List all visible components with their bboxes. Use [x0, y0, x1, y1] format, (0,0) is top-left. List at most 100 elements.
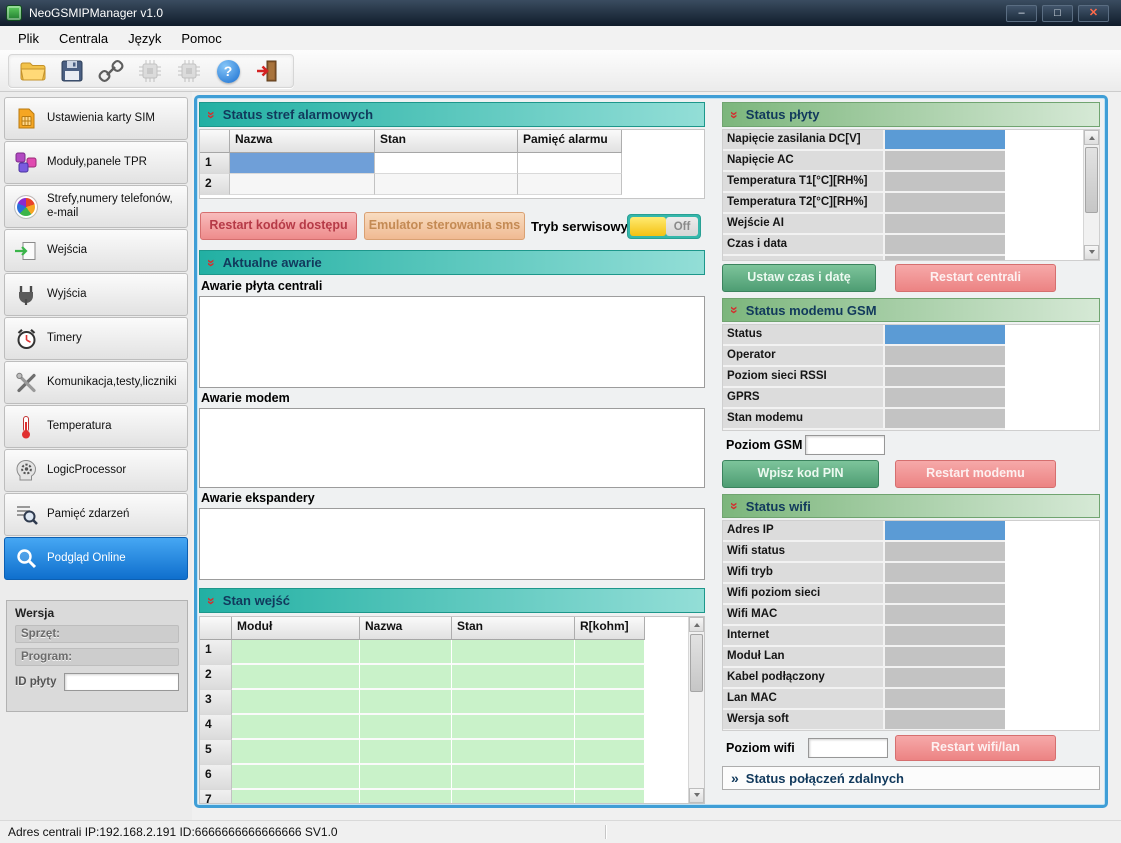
section-header-input-states[interactable]: » Stan wejść — [199, 588, 705, 613]
scroll-down-button[interactable] — [689, 788, 704, 803]
board-row-value — [885, 172, 1005, 193]
input-row-number: 1 — [200, 640, 232, 665]
input-row-2[interactable]: 2 — [200, 665, 704, 690]
save-button[interactable] — [57, 56, 87, 86]
input-row-7[interactable]: 7 — [200, 790, 704, 804]
wifi-row-value — [885, 710, 1005, 731]
section-header-alarm-zones[interactable]: » Status stref alarmowych — [199, 102, 705, 127]
sidebar-item-timers[interactable]: Timery — [4, 317, 188, 360]
input-module-cell — [232, 765, 360, 790]
scroll-down-button[interactable] — [1084, 245, 1099, 260]
menu-item-plik[interactable]: Plik — [8, 28, 49, 49]
input-resistance-cell — [575, 715, 645, 740]
section-header-label: Stan wejść — [223, 593, 290, 608]
sidebar-item-inputs[interactable]: Wejścia — [4, 229, 188, 272]
zone-row-2[interactable]: 2 — [200, 174, 704, 195]
input-state-cell — [452, 690, 575, 715]
section-header-current-faults[interactable]: » Aktualne awarie — [199, 250, 705, 275]
sidebar-item-zones-phones-email[interactable]: Strefy,numery telefonów, e-mail — [4, 185, 188, 228]
gsm-row-value — [885, 325, 1005, 346]
sidebar-item-communication-tests[interactable]: Komunikacja,testy,liczniki — [4, 361, 188, 404]
open-folder-button[interactable] — [18, 56, 48, 86]
board-status-scrollbar[interactable] — [1083, 130, 1099, 260]
exit-door-icon — [255, 59, 279, 83]
exit-button[interactable] — [252, 56, 282, 86]
board-row-partial-value — [885, 256, 1005, 261]
menu-item-pomoc[interactable]: Pomoc — [171, 28, 231, 49]
section-header-label: Status wifi — [746, 499, 811, 514]
gsm-row-label: GPRS — [723, 388, 885, 409]
sidebar-item-temperature[interactable]: Temperatura — [4, 405, 188, 448]
firmware-chip-button-1[interactable] — [135, 56, 165, 86]
zone-alarm-memory-cell — [518, 153, 622, 174]
scroll-up-button[interactable] — [1084, 130, 1099, 145]
section-header-gsm-status[interactable]: » Status modemu GSM — [722, 298, 1100, 322]
section-header-board-status[interactable]: » Status płyty — [722, 102, 1100, 127]
maximize-button[interactable]: □ — [1042, 5, 1073, 22]
sidebar-item-event-memory[interactable]: Pamięć zdarzeń — [4, 493, 188, 536]
connect-button[interactable] — [96, 56, 126, 86]
section-header-label: Status połączeń zdalnych — [746, 771, 904, 786]
wifi-row-label: Wifi tryb — [723, 563, 885, 584]
section-header-remote-connections[interactable]: » Status połączeń zdalnych — [722, 766, 1100, 790]
magnifier-icon — [12, 547, 40, 570]
wifi-row-value — [885, 668, 1005, 689]
input-module-cell — [232, 790, 360, 804]
board-row-label: Temperatura T2[°C][RH%] — [723, 193, 885, 214]
restart-modem-button[interactable]: Restart modemu — [895, 460, 1056, 488]
section-header-label: Status stref alarmowych — [223, 107, 373, 122]
zone-name-cell — [230, 153, 375, 174]
enter-pin-button[interactable]: Wpisz kod PIN — [722, 460, 879, 488]
restart-wifi-lan-button[interactable]: Restart wifi/lan — [895, 735, 1056, 761]
input-name-cell — [360, 765, 452, 790]
sidebar-item-modules-tpr[interactable]: Moduły,panele TPR — [4, 141, 188, 184]
input-state-cell — [452, 740, 575, 765]
main-panel: » Status stref alarmowych Nazwa Stan Pam… — [194, 95, 1108, 808]
chevron-down-icon: » — [728, 306, 742, 314]
sidebar-item-logicprocessor[interactable]: LogicProcessor — [4, 449, 188, 492]
scroll-up-button[interactable] — [689, 617, 704, 632]
restart-central-button[interactable]: Restart centrali — [895, 264, 1056, 292]
gsm-level-input[interactable] — [805, 435, 885, 455]
board-row-label: Napięcie zasilania DC[V] — [723, 130, 885, 151]
wifi-row-label: Moduł Lan — [723, 647, 885, 668]
plug-icon — [12, 284, 40, 306]
sidebar-item-online-preview[interactable]: Podgląd Online — [4, 537, 188, 580]
wifi-row-value — [885, 584, 1005, 605]
section-header-wifi-status[interactable]: » Status wifi — [722, 494, 1100, 518]
input-resistance-cell — [575, 665, 645, 690]
menu-item-centrala[interactable]: Centrala — [49, 28, 118, 49]
sidebar-item-sim-settings[interactable]: Ustawienia karty SIM — [4, 97, 188, 140]
sms-emulator-button[interactable]: Emulator sterowania sms — [364, 212, 525, 240]
inputs-scrollbar[interactable] — [688, 617, 704, 803]
floppy-icon — [60, 59, 84, 83]
input-resistance-cell — [575, 790, 645, 804]
scrollbar-thumb[interactable] — [1085, 147, 1098, 213]
help-button[interactable] — [213, 56, 243, 86]
board-row-value — [885, 214, 1005, 235]
zone-row-1[interactable]: 1 — [200, 153, 704, 174]
input-state-cell — [452, 715, 575, 740]
board-id-label: ID płyty — [15, 676, 57, 688]
set-time-date-button[interactable]: Ustaw czas i datę — [722, 264, 876, 292]
service-mode-toggle[interactable]: Off — [627, 214, 701, 239]
minimize-button[interactable]: – — [1006, 5, 1037, 22]
menu-item-jezyk[interactable]: Język — [118, 28, 171, 49]
sidebar-item-label: LogicProcessor — [47, 464, 126, 478]
zones-col-pamiec-alarmu: Pamięć alarmu — [518, 130, 622, 153]
firmware-chip-button-2[interactable] — [174, 56, 204, 86]
input-row-5[interactable]: 5 — [200, 740, 704, 765]
scrollbar-thumb[interactable] — [690, 634, 703, 692]
restart-access-codes-button[interactable]: Restart kodów dostępu — [200, 212, 357, 240]
board-id-input[interactable] — [64, 673, 179, 691]
wifi-level-input[interactable] — [808, 738, 888, 758]
input-row-6[interactable]: 6 — [200, 765, 704, 790]
input-row-3[interactable]: 3 — [200, 690, 704, 715]
close-button[interactable]: ✕ — [1078, 5, 1109, 22]
input-row-4[interactable]: 4 — [200, 715, 704, 740]
sidebar-item-outputs[interactable]: Wyjścia — [4, 273, 188, 316]
alarm-zones-table: Nazwa Stan Pamięć alarmu 1 2 — [199, 129, 705, 199]
input-row-1[interactable]: 1 — [200, 640, 704, 665]
toggle-state-label: Off — [666, 217, 698, 236]
menu-bar: Plik Centrala Język Pomoc — [0, 26, 1121, 50]
